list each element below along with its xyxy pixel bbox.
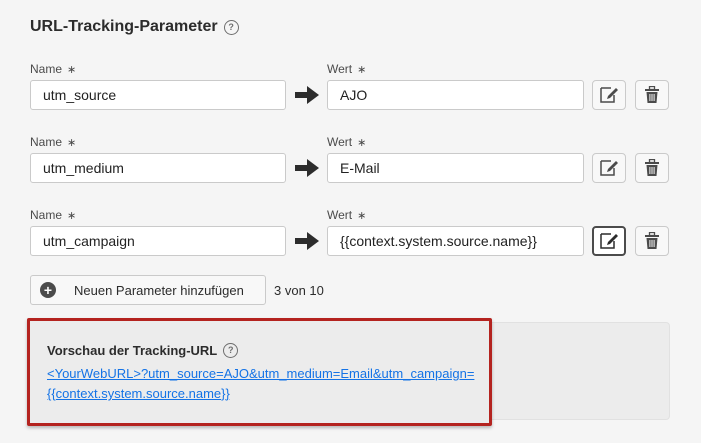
preview-title: Vorschau der Tracking-URL ? (47, 343, 239, 358)
value-label: Wert ∗ (327, 208, 367, 222)
param-name-input[interactable]: utm_source (30, 80, 286, 110)
arrow-right-icon (295, 86, 319, 104)
param-value-input[interactable]: AJO (327, 80, 584, 110)
param-name-input[interactable]: utm_medium (30, 153, 286, 183)
value-label: Wert ∗ (327, 62, 367, 76)
trash-icon (645, 86, 659, 103)
delete-button[interactable] (635, 153, 669, 183)
add-parameter-button[interactable]: + Neuen Parameter hinzufügen (30, 275, 266, 305)
arrow-right-icon (295, 232, 319, 250)
delete-button[interactable] (635, 226, 669, 256)
add-circle-icon: + (40, 282, 56, 298)
name-label: Name ∗ (30, 208, 77, 222)
value-label: Wert ∗ (327, 135, 367, 149)
preview-url-line-2[interactable]: {{context.system.source.name}} (47, 384, 487, 404)
param-name-input[interactable]: utm_campaign (30, 226, 286, 256)
preview-title-text: Vorschau der Tracking-URL (47, 343, 218, 358)
parameter-count: 3 von 10 (274, 283, 324, 298)
delete-button[interactable] (635, 80, 669, 110)
param-row: Name ∗ Wert ∗ utm_campaign {{context.syste… (0, 204, 701, 264)
preview-url-line-1[interactable]: <YourWebURL>?utm_source=AJO&utm_medium=E… (47, 364, 487, 384)
trash-icon (645, 232, 659, 249)
edit-icon (600, 160, 618, 176)
edit-button[interactable] (592, 226, 626, 256)
preview-url-link[interactable]: <YourWebURL>?utm_source=AJO&utm_medium=E… (47, 364, 487, 404)
edit-icon (600, 87, 618, 103)
arrow-right-icon (295, 159, 319, 177)
param-row: Name ∗ Wert ∗ utm_source AJO (0, 58, 701, 118)
param-value-input[interactable]: {{context.system.source.name}} (327, 226, 584, 256)
edit-icon (600, 233, 618, 249)
trash-icon (645, 159, 659, 176)
help-icon[interactable]: ? (223, 19, 239, 35)
help-icon[interactable]: ? (223, 343, 239, 358)
add-parameter-label: Neuen Parameter hinzufügen (74, 282, 244, 298)
edit-button[interactable] (592, 80, 626, 110)
name-label: Name ∗ (30, 135, 77, 149)
param-value-input[interactable]: E-Mail (327, 153, 584, 183)
section-title-text: URL-Tracking-Parameter (30, 18, 218, 35)
name-label: Name ∗ (30, 62, 77, 76)
param-row: Name ∗ Wert ∗ utm_medium E-Mail (0, 131, 701, 191)
section-title: URL-Tracking-Parameter ? (30, 18, 239, 36)
edit-button[interactable] (592, 153, 626, 183)
